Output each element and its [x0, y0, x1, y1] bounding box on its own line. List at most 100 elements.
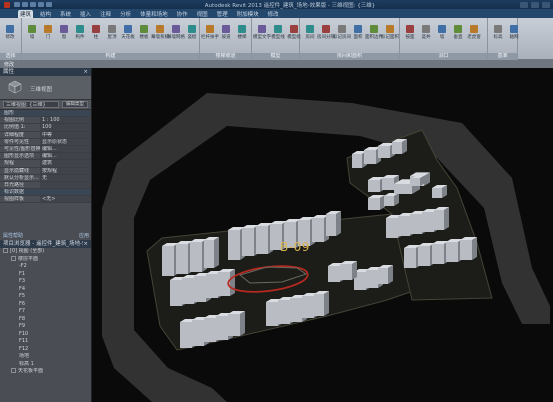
browser-node[interactable]: F12: [0, 346, 91, 354]
browser-node[interactable]: -F2: [0, 263, 91, 271]
close-icon[interactable]: ×: [83, 240, 88, 248]
ribbon-button[interactable]: 修改: [3, 24, 17, 40]
3d-viewport[interactable]: B-09: [92, 68, 553, 402]
browser-node-label: F11: [19, 338, 29, 344]
tab-5[interactable]: 分析: [118, 10, 133, 18]
ribbon-button[interactable]: 楼梯: [235, 24, 249, 40]
ribbon-button[interactable]: 柱: [89, 24, 103, 40]
browser-node-label: F10: [19, 330, 29, 337]
property-value[interactable]: 100: [40, 124, 91, 131]
open-icon[interactable]: [14, 2, 20, 7]
expand-icon[interactable]: [11, 255, 16, 261]
revit-app-menu-icon[interactable]: [4, 1, 10, 8]
property-value[interactable]: 编辑...: [40, 145, 91, 153]
tool-icon: [188, 25, 196, 33]
minimize-icon[interactable]: [520, 1, 528, 8]
building: [206, 274, 218, 298]
ribbon-button[interactable]: 标高: [491, 24, 505, 40]
ribbon-button[interactable]: 竖井: [419, 24, 433, 40]
ribbon-button[interactable]: 模型文字: [253, 24, 271, 40]
edit-type-button[interactable]: 编辑类型: [62, 101, 88, 108]
ribbon-button[interactable]: 垂直: [451, 24, 465, 40]
browser-node[interactable]: F3: [0, 278, 91, 286]
ribbon-button[interactable]: 面积边界: [365, 24, 383, 40]
browser-node[interactable]: 场地: [0, 353, 91, 361]
properties-help-link[interactable]: 属性帮助: [3, 232, 23, 240]
browser-node[interactable]: 天花板平面: [0, 368, 91, 376]
redo-icon[interactable]: [38, 2, 44, 7]
tool-icon: [60, 25, 68, 33]
ribbon-button[interactable]: 房间: [303, 24, 317, 40]
browser-node[interactable]: 标高 1: [0, 361, 91, 369]
property-value[interactable]: <无>: [40, 196, 91, 203]
ribbon-button[interactable]: 屋顶: [105, 24, 119, 40]
properties-palette: 属性 × 三维视图 三维视图: {三维} 编辑类型 图形 视图比例 1 : 100 比…: [0, 68, 92, 240]
tab-8[interactable]: 视图: [195, 10, 210, 18]
property-value[interactable]: 按规程: [40, 167, 91, 174]
property-value[interactable]: 建筑: [40, 160, 91, 167]
browser-node[interactable]: [0] 视图 (全部): [0, 248, 91, 256]
ribbon-button[interactable]: 老虎窗: [467, 24, 481, 40]
type-selector[interactable]: 三维视图: [0, 76, 91, 100]
ribbon-button[interactable]: 按面: [403, 24, 417, 40]
browser-node[interactable]: F1: [0, 271, 91, 279]
ribbon-button[interactable]: 墙: [25, 24, 39, 40]
save-icon[interactable]: [22, 2, 28, 7]
tab-1[interactable]: 结构: [38, 10, 53, 18]
ribbon-button[interactable]: 构件: [73, 24, 87, 40]
browser-node[interactable]: F7: [0, 308, 91, 316]
ribbon-button[interactable]: 房间分隔: [317, 24, 335, 40]
building: [446, 242, 458, 262]
ribbon-button[interactable]: 标记房间: [333, 24, 351, 40]
browser-node[interactable]: F6: [0, 301, 91, 309]
tab-4[interactable]: 注释: [98, 10, 113, 18]
expand-icon[interactable]: [11, 368, 16, 373]
close-icon[interactable]: [542, 1, 550, 8]
ribbon-button[interactable]: 楼板: [137, 24, 151, 40]
tab-7[interactable]: 协作: [175, 10, 190, 18]
browser-node[interactable]: 楼层平面: [0, 255, 91, 264]
browser-node[interactable]: F8: [0, 316, 91, 324]
ribbon-button[interactable]: 幕墙网格: [167, 24, 185, 40]
tab-3[interactable]: 插入: [78, 10, 93, 18]
tab-6[interactable]: 体量和场地: [138, 10, 170, 18]
ribbon-button[interactable]: 栏杆扶手: [201, 24, 219, 40]
browser-node[interactable]: F11: [0, 338, 91, 346]
property-value[interactable]: 编辑...: [40, 153, 91, 160]
ribbon-button[interactable]: 轴网: [507, 24, 521, 40]
ribbon-button[interactable]: 墙: [435, 24, 449, 40]
tab-0[interactable]: 建筑: [18, 9, 34, 18]
ribbon-button[interactable]: 模型线: [271, 24, 285, 40]
ribbon-group-6: 标高 轴网 基准: [488, 18, 521, 60]
instance-selector[interactable]: 三维视图: {三维}: [3, 101, 59, 108]
apply-button[interactable]: 应用: [79, 232, 89, 240]
property-value[interactable]: 1 : 100: [40, 117, 91, 124]
maximize-icon[interactable]: [531, 1, 539, 8]
tab-11[interactable]: 修改: [266, 10, 281, 18]
tab-10[interactable]: 附加模块: [235, 10, 261, 18]
property-value[interactable]: [40, 181, 91, 189]
browser-node[interactable]: F9: [0, 323, 91, 331]
browser-node[interactable]: F4: [0, 286, 91, 294]
expand-icon[interactable]: [3, 248, 8, 253]
property-row: 视图样板 <无>: [0, 196, 91, 204]
ribbon-button[interactable]: 面积: [351, 24, 365, 40]
close-icon[interactable]: ×: [83, 68, 88, 76]
ribbon-button[interactable]: 幕墙系统: [151, 24, 169, 40]
print-icon[interactable]: [46, 2, 52, 7]
ribbon-button[interactable]: 窗: [57, 24, 71, 40]
ribbon-button[interactable]: 标记面积: [381, 24, 399, 40]
property-value[interactable]: 显示原状态: [40, 138, 91, 145]
ribbon-button[interactable]: 坡道: [219, 24, 233, 40]
ribbon-button[interactable]: 模型组: [287, 24, 301, 40]
undo-icon[interactable]: [30, 2, 36, 7]
property-value[interactable]: 中等: [40, 131, 91, 138]
property-value[interactable]: 无: [40, 174, 91, 181]
ribbon-button[interactable]: 门: [41, 24, 55, 40]
browser-node[interactable]: F5: [0, 293, 91, 301]
ribbon-button[interactable]: 竖梃: [185, 24, 199, 40]
tab-9[interactable]: 管理: [215, 10, 230, 18]
browser-node[interactable]: F10: [0, 331, 91, 339]
tab-2[interactable]: 系统: [58, 10, 73, 18]
ribbon-button[interactable]: 天花板: [121, 24, 135, 40]
